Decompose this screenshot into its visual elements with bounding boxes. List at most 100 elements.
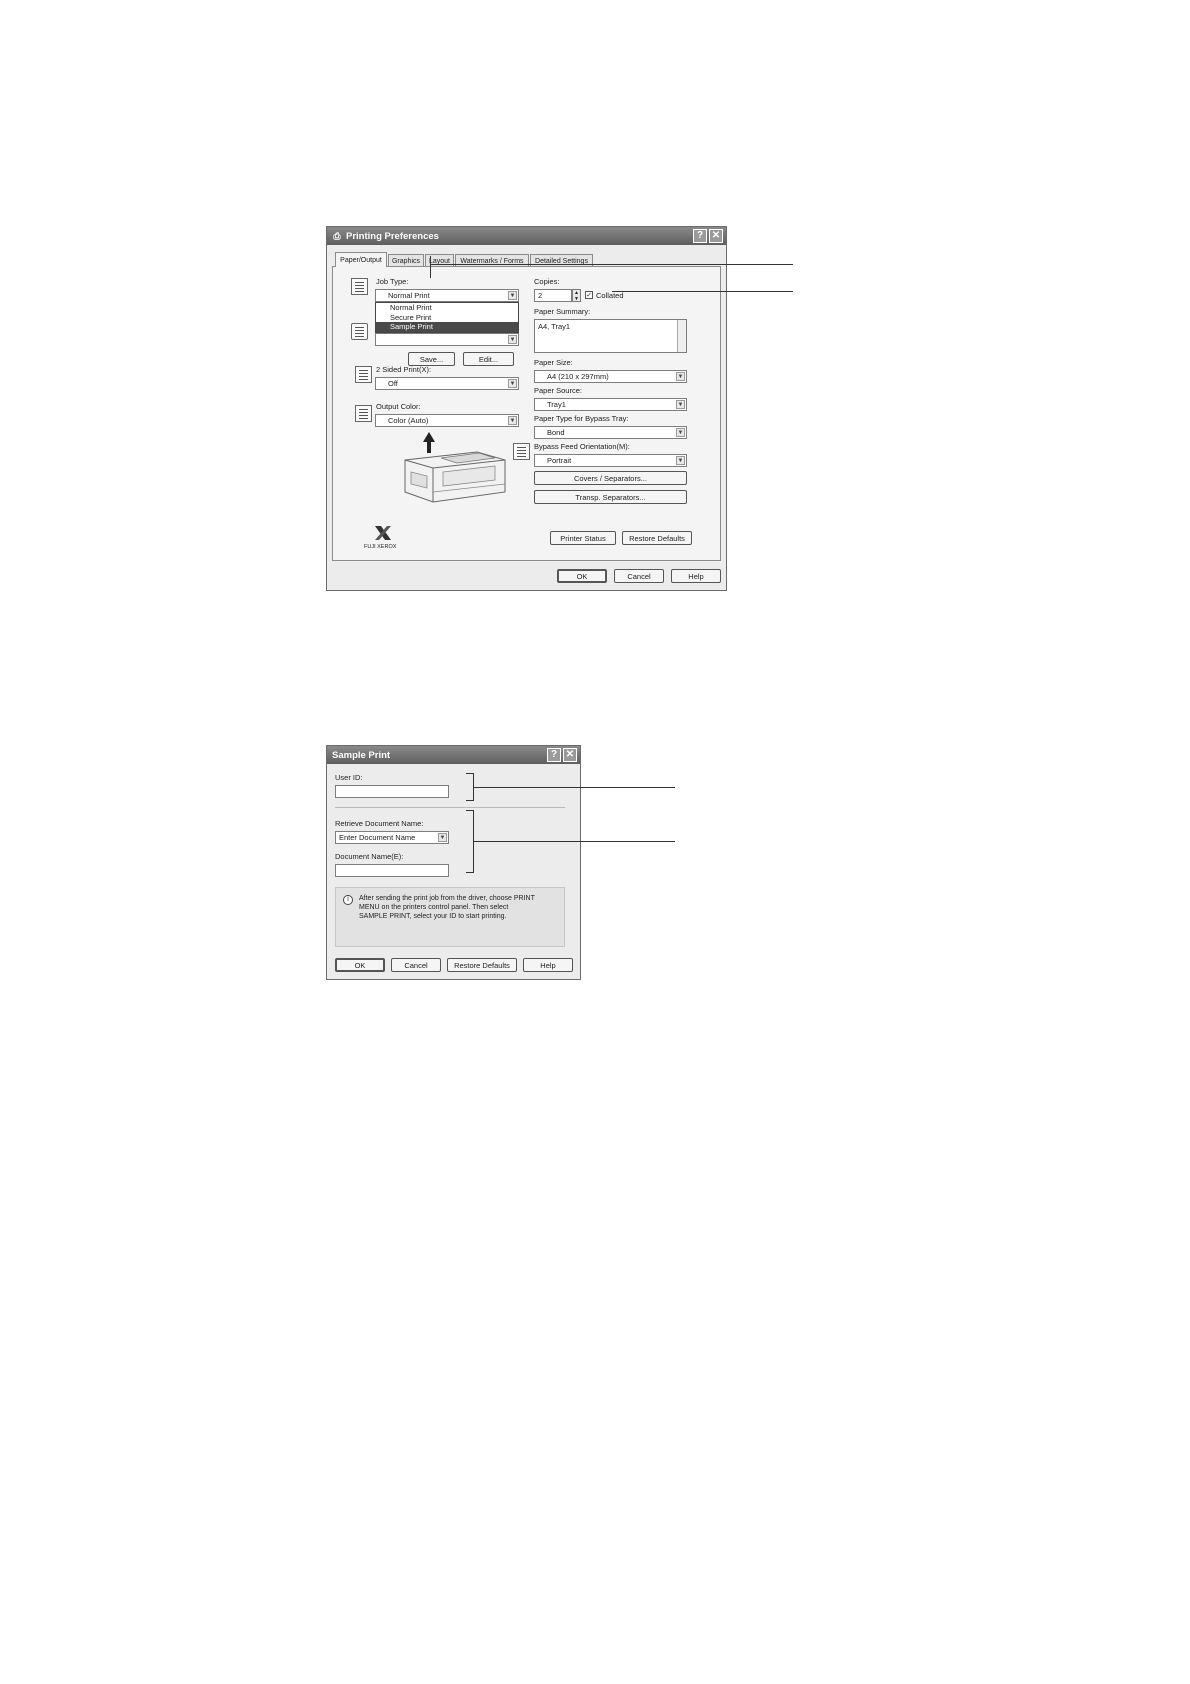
save-button[interactable]: Save... <box>408 352 455 366</box>
job-type-icon <box>351 278 368 295</box>
cancel-button[interactable]: Cancel <box>391 958 441 972</box>
help-title-button[interactable]: ? <box>547 748 561 762</box>
paper-type-bypass-value: Bond <box>547 428 565 437</box>
tab-label: Graphics <box>391 257 420 265</box>
copies-value: 2 <box>538 291 543 300</box>
covers-button-label: Covers / Separators... <box>574 473 647 483</box>
paper-size-select[interactable]: A4 (210 x 297mm) ▼ <box>534 370 687 383</box>
dialog-title: Sample Print <box>332 749 391 761</box>
bracket-document-name <box>466 810 474 873</box>
info-line-1: After sending the print job from the dri… <box>359 895 535 902</box>
title-bar: Sample Print <box>327 746 580 764</box>
copies-input[interactable]: 2 <box>534 289 572 302</box>
edit-button-label: Edit... <box>478 354 499 364</box>
printer-status-button[interactable]: Printer Status <box>550 531 616 545</box>
two-sided-icon <box>355 366 372 383</box>
callout-line-collated <box>612 291 793 292</box>
divider <box>335 807 565 808</box>
chevron-down-icon: ▼ <box>508 291 517 300</box>
callout-line-job-type <box>430 264 793 265</box>
restore-defaults-label: Restore Defaults <box>454 960 510 970</box>
paper-size-label: Paper Size: <box>534 358 573 367</box>
callout-line-user-id <box>474 787 675 788</box>
job-type-value: Normal Print <box>388 291 430 300</box>
output-color-label: Output Color: <box>376 402 421 411</box>
paper-type-bypass-select[interactable]: Bond ▼ <box>534 426 687 439</box>
job-type-dropdown-list: Normal Print Secure Print Sample Print <box>375 302 519 333</box>
chevron-down-icon: ▼ <box>508 379 517 388</box>
restore-defaults-label: Restore Defaults <box>629 533 685 543</box>
close-button[interactable]: ✕ <box>563 748 577 762</box>
info-line-3: SAMPLE PRINT, select your ID to start pr… <box>359 913 507 920</box>
chevron-down-icon: ▼ <box>508 335 517 344</box>
job-type-select[interactable]: Normal Print ▼ <box>375 289 519 302</box>
retrieve-doc-value: Enter Document Name <box>339 833 416 842</box>
chevron-down-icon: ▼ <box>676 400 685 409</box>
restore-defaults-button[interactable]: Restore Defaults <box>447 958 517 972</box>
help-button[interactable]: Help <box>671 569 721 583</box>
collated-label: Collated <box>596 291 624 300</box>
chevron-down-icon: ▼ <box>676 372 685 381</box>
paper-summary-box: A4, Tray1 <box>534 319 687 353</box>
doc-name-label: Document Name(E): <box>335 852 404 861</box>
callout-line-document-name <box>474 841 675 842</box>
question-icon: ? <box>550 749 558 760</box>
paper-summary-label: Paper Summary: <box>534 307 591 316</box>
help-title-button[interactable]: ? <box>693 229 707 243</box>
collated-checkbox[interactable]: ✓ <box>585 291 593 299</box>
two-sided-select[interactable]: Off ▼ <box>375 377 519 390</box>
info-line-2: MENU on the printers control panel. Then… <box>359 904 509 911</box>
user-id-input[interactable] <box>335 785 449 798</box>
check-icon: ✓ <box>586 292 592 299</box>
bypass-tray-icon <box>513 443 530 460</box>
two-sided-label: 2 Sided Print(X): <box>376 365 432 374</box>
ok-button[interactable]: OK <box>335 958 385 972</box>
paper-source-select[interactable]: Tray1 ▼ <box>534 398 687 411</box>
close-icon: ✕ <box>565 749 575 760</box>
close-button[interactable]: ✕ <box>709 229 723 243</box>
copies-spinner[interactable]: ▲ ▼ <box>572 289 581 302</box>
cancel-label: Cancel <box>404 960 428 970</box>
bypass-orientation-select[interactable]: Portrait ▼ <box>534 454 687 467</box>
help-label: Help <box>540 960 556 970</box>
retrieve-doc-select[interactable]: Enter Document Name ▼ <box>335 831 449 844</box>
edit-button[interactable]: Edit... <box>463 352 514 366</box>
question-icon: ? <box>696 230 704 241</box>
job-type-label: Job Type: <box>376 277 409 286</box>
dialog-title: Printing Preferences <box>346 230 439 242</box>
folder-icon <box>351 323 368 340</box>
help-label: Help <box>688 571 704 581</box>
callout-vertical-job-type <box>430 256 431 278</box>
ok-label: OK <box>576 571 588 581</box>
user-id-label: User ID: <box>335 773 363 782</box>
tab-paper-output[interactable]: Paper/Output <box>335 252 387 267</box>
printer-status-label: Printer Status <box>560 533 606 543</box>
doc-name-input[interactable] <box>335 864 449 877</box>
transp-separators-button[interactable]: Transp. Separators... <box>534 490 687 504</box>
option-secure-print[interactable]: Secure Print <box>376 313 518 323</box>
covers-separators-button[interactable]: Covers / Separators... <box>534 471 687 485</box>
printer-icon: ⎙ <box>333 230 341 241</box>
cancel-button[interactable]: Cancel <box>614 569 664 583</box>
copies-label: Copies: <box>534 277 560 286</box>
restore-defaults-button[interactable]: Restore Defaults <box>622 531 692 545</box>
option-normal-print[interactable]: Normal Print <box>376 303 518 313</box>
chevron-down-icon: ▼ <box>438 833 447 842</box>
summary-scrollbar[interactable] <box>677 320 686 352</box>
transp-button-label: Transp. Separators... <box>575 492 646 502</box>
brand-label: FUJI XEROX <box>364 544 397 550</box>
help-button[interactable]: Help <box>523 958 573 972</box>
close-icon: ✕ <box>711 230 721 241</box>
favorites-select[interactable]: ▼ <box>375 333 519 346</box>
info-icon: i <box>343 895 353 905</box>
arrow-down-icon[interactable]: ▼ <box>573 296 580 302</box>
paper-source-label: Paper Source: <box>534 386 582 395</box>
paper-summary-value: A4, Tray1 <box>538 322 571 331</box>
save-button-label: Save... <box>419 354 444 364</box>
output-color-select[interactable]: Color (Auto) ▼ <box>375 414 519 427</box>
ok-label: OK <box>354 960 366 970</box>
option-sample-print[interactable]: Sample Print <box>376 322 518 332</box>
tab-label: Paper/Output <box>340 256 382 264</box>
output-color-value: Color (Auto) <box>388 416 429 425</box>
ok-button[interactable]: OK <box>557 569 607 583</box>
